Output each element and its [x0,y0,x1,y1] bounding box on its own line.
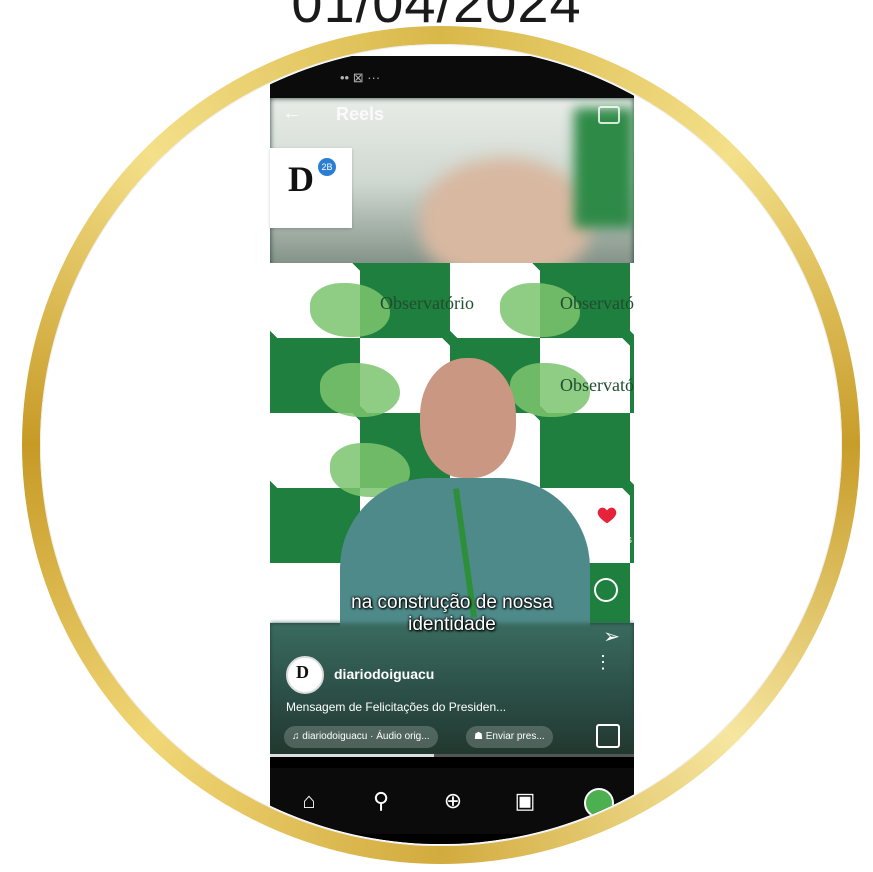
blurred-face [420,158,590,278]
back-arrow-icon[interactable]: ← [282,102,302,125]
camera-icon[interactable] [598,106,620,124]
home-icon[interactable]: ⌂ [294,786,324,816]
username[interactable]: diariodoiguacu [334,666,434,682]
audio-page-icon[interactable] [596,724,620,748]
video-progress-bar[interactable] [270,754,634,757]
add-post-icon[interactable]: ⊕ [438,786,468,816]
status-bar: •• ⊠ ··· [270,56,634,98]
profile-avatar-icon[interactable] [584,788,614,818]
system-navigation-bar: ■ ● ◀ [270,834,634,844]
share-chip[interactable]: ☗ Enviar pres... [466,726,553,748]
logo-badge: 2B [318,158,336,176]
caption-line-2: identidade [408,614,496,635]
backdrop-label: Observatório [560,293,634,313]
avatar-letter: D [296,662,309,682]
phone-screen: •• ⊠ ··· Observatório Observatório Obser… [270,56,634,844]
search-icon[interactable]: ⚲ [366,786,396,816]
post-description[interactable]: Mensagem de Felicitações do Presiden... [286,700,506,714]
brazil-map-shape [310,283,390,337]
video-caption: na construção de nossa identidade [270,592,634,636]
reels-title: Reels [336,104,385,124]
caption-line-1: na construção de nossa [351,592,553,613]
logo-letter: D [288,159,314,199]
channel-logo: D 2B [270,148,352,228]
comment-icon[interactable] [594,578,618,602]
blurred-green-area [574,108,634,228]
more-options-icon[interactable]: ⋮ [594,653,612,671]
progress-fill [270,754,434,757]
speaker-head [420,358,516,478]
backdrop-label: Observatório [380,293,474,313]
reels-icon[interactable]: ▣ [510,786,540,816]
like-count: Curtidas [591,534,632,546]
status-indicators: •• ⊠ ··· [340,70,381,85]
heart-icon[interactable] [596,504,618,526]
avatar[interactable]: D [286,656,324,694]
send-icon[interactable]: ➢ [603,624,620,649]
circular-crop: •• ⊠ ··· Observatório Observatório Obser… [42,46,840,844]
bottom-navigation: ⌂ ⚲ ⊕ ▣ [270,768,634,834]
audio-chip[interactable]: ♫ diariodoiguacu · Áudio orig... [284,726,438,748]
